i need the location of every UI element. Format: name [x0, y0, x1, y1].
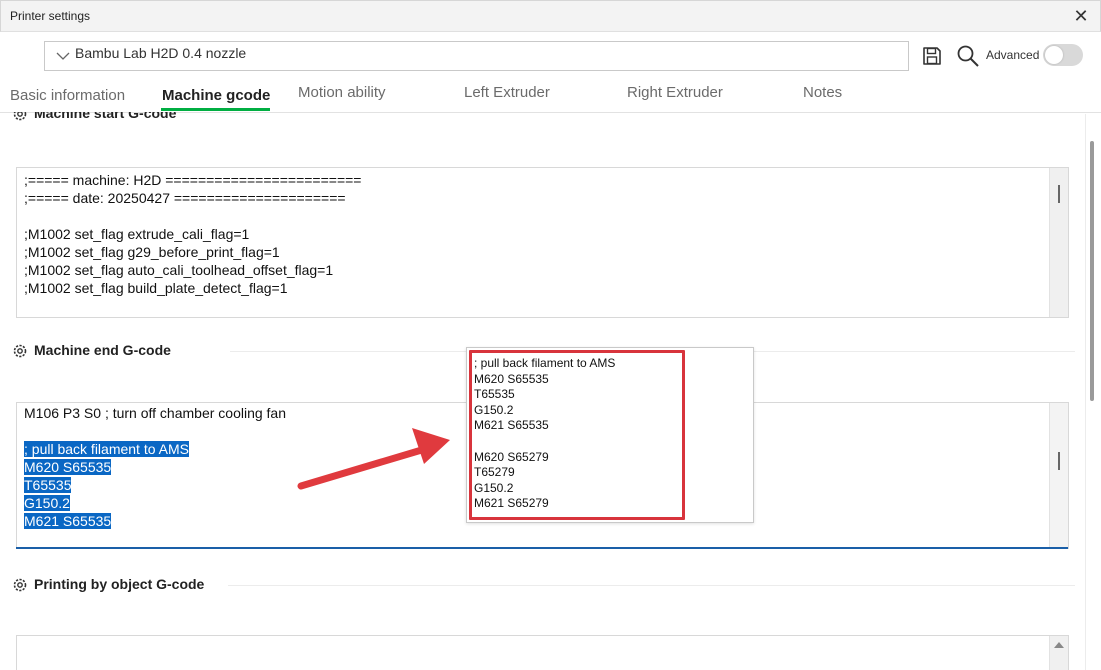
tab-basic-information[interactable]: Basic information	[10, 87, 125, 104]
selected-text: M621 S65535	[24, 513, 112, 529]
end-gcode-text[interactable]: M106 P3 S0 ; turn off chamber cooling fa…	[24, 404, 286, 530]
code-line-selected: M620 S65535	[24, 458, 286, 476]
editor-focus-underline	[16, 547, 1068, 549]
code-line: M106 P3 S0 ; turn off chamber cooling fa…	[24, 405, 287, 421]
search-icon[interactable]	[956, 44, 980, 68]
gear-icon	[13, 344, 27, 358]
code-line: ;===== date: 20250427 ==================…	[24, 190, 346, 206]
preset-selector[interactable]: Bambu Lab H2D 0.4 nozzle	[44, 41, 909, 71]
selected-text: G150.2	[24, 495, 70, 511]
gear-icon	[13, 112, 27, 121]
popup-gcode-text: ; pull back filament to AMS M620 S65535 T6…	[474, 356, 615, 512]
window-title: Printer settings	[10, 9, 91, 23]
toggle-knob	[1045, 46, 1063, 64]
preset-name: Bambu Lab H2D 0.4 nozzle	[75, 45, 247, 61]
selected-text: ; pull back filament to AMS	[24, 441, 189, 457]
tab-notes[interactable]: Notes	[803, 84, 842, 101]
start-gcode-text[interactable]: ;===== machine: H2D ====================…	[24, 171, 361, 297]
scroll-up-arrow-icon[interactable]	[1054, 642, 1064, 648]
popup-line: T65279	[474, 465, 515, 480]
advanced-toggle[interactable]	[1043, 44, 1083, 66]
start-gcode-editor[interactable]: ;===== machine: H2D ====================…	[16, 167, 1069, 318]
end-gcode-title: Machine end G-code	[34, 342, 171, 358]
code-line-selected: G150.2	[24, 494, 286, 512]
tab-motion-ability[interactable]: Motion ability	[298, 84, 386, 101]
popup-line: M621 S65535	[474, 418, 549, 433]
selected-text: T65535	[24, 477, 72, 493]
annotation-arrow-icon	[297, 428, 450, 490]
popup-line: G150.2	[474, 402, 514, 417]
advanced-label: Advanced	[986, 48, 1040, 62]
popup-line: M620 S65279	[474, 449, 549, 464]
close-icon[interactable]: ✕	[1070, 5, 1092, 27]
main-scrollbar-thumb[interactable]	[1090, 141, 1094, 401]
code-line: ;M1002 set_flag g29_before_print_flag=1	[24, 244, 280, 260]
end-editor-scrollbar[interactable]	[1049, 403, 1068, 549]
popup-line: M620 S65535	[474, 371, 549, 386]
section-divider	[228, 585, 1075, 586]
chevron-down-icon[interactable]	[55, 49, 71, 63]
active-tab-indicator	[161, 108, 270, 111]
code-line: ;===== machine: H2D ====================…	[24, 172, 362, 188]
popup-line: ; pull back filament to AMS	[474, 356, 616, 370]
start-header-clip: Machine start G-code	[0, 112, 1084, 122]
object-gcode-title: Printing by object G-code	[34, 576, 205, 592]
gear-icon	[13, 578, 27, 592]
start-editor-scrollbar[interactable]	[1049, 168, 1068, 317]
scrollbar-thumb[interactable]	[1058, 185, 1060, 203]
title-bar: Printer settings ✕	[0, 0, 1101, 32]
start-gcode-title: Machine start G-code	[34, 112, 177, 121]
code-line-selected: T65535	[24, 476, 286, 494]
code-line-selected: M621 S65535	[24, 512, 286, 530]
printer-settings-window: Printer settings ✕ Bambu Lab H2D 0.4 noz…	[0, 0, 1101, 670]
code-line: ;M1002 set_flag build_plate_detect_flag=…	[24, 280, 288, 296]
tab-right-extruder[interactable]: Right Extruder	[627, 84, 723, 101]
code-line-selected: ; pull back filament to AMS	[24, 440, 286, 458]
selected-text: M620 S65535	[24, 459, 112, 475]
code-line: ;M1002 set_flag auto_cali_toolhead_offse…	[24, 262, 334, 278]
tab-left-extruder[interactable]: Left Extruder	[464, 84, 550, 101]
tab-machine-gcode[interactable]: Machine gcode	[162, 87, 270, 104]
code-line: ;M1002 set_flag extrude_cali_flag=1	[24, 226, 250, 242]
popup-line: M621 S65279	[474, 496, 549, 511]
popup-line	[474, 434, 615, 450]
scrollbar-thumb[interactable]	[1058, 452, 1060, 470]
zoomed-gcode-popup: ; pull back filament to AMS M620 S65535 T6…	[466, 347, 754, 523]
save-icon[interactable]	[921, 45, 943, 67]
popup-line: G150.2	[474, 480, 514, 495]
main-scrollbar[interactable]	[1085, 114, 1100, 670]
object-gcode-editor[interactable]	[16, 635, 1069, 670]
object-editor-scrollbar[interactable]	[1049, 636, 1068, 670]
popup-line: T65535	[474, 387, 515, 402]
